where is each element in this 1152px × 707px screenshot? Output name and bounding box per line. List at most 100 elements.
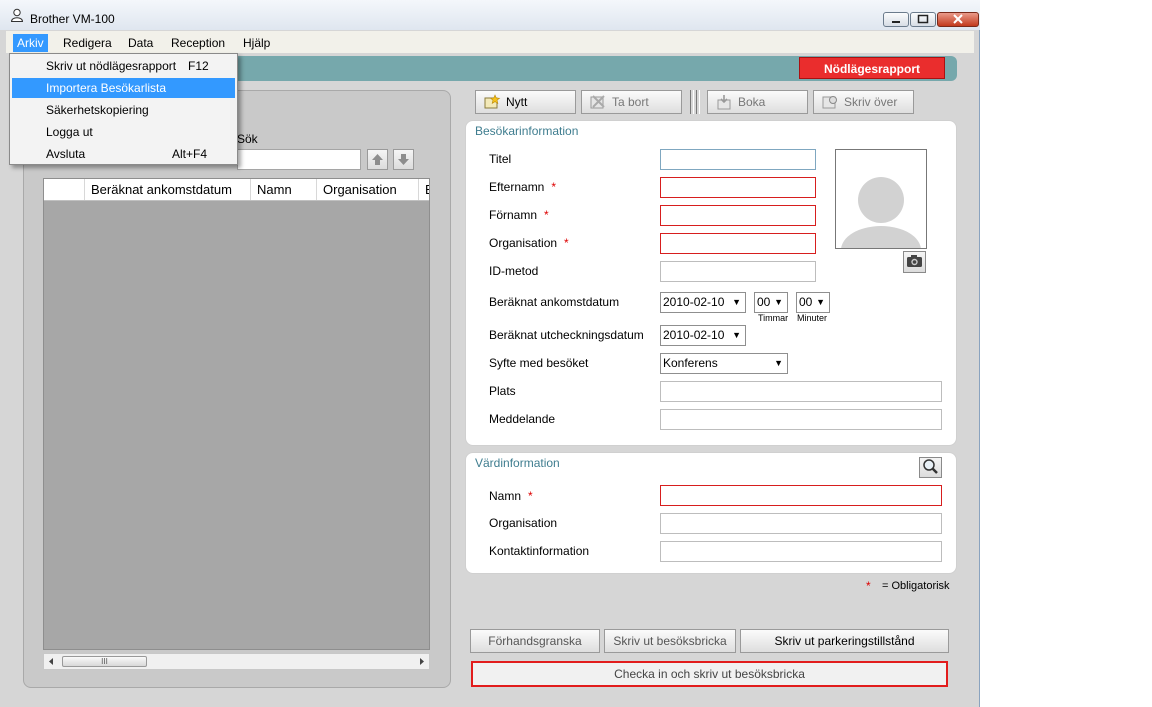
- menu-item-label: Logga ut: [46, 125, 93, 139]
- arrival-hours-select[interactable]: 00 ▼: [754, 292, 788, 313]
- required-mark: *: [528, 489, 533, 503]
- menu-item-logout[interactable]: Logga ut: [12, 122, 235, 142]
- column-header[interactable]: Organisation: [317, 179, 419, 200]
- menu-item-backup[interactable]: Säkerhetskopiering: [12, 100, 235, 120]
- menu-hjalp[interactable]: Hjälp: [239, 34, 274, 52]
- required-mark: *: [564, 236, 569, 250]
- delete-button[interactable]: Ta bort: [581, 90, 682, 114]
- minimize-icon: [892, 21, 900, 23]
- menu-item-label: Importera Besökarlista: [46, 81, 167, 95]
- scroll-thumb[interactable]: III: [62, 656, 147, 667]
- host-name-input[interactable]: [660, 485, 942, 506]
- menu-item-label: Säkerhetskopiering: [46, 103, 149, 117]
- toolbar-separator: [690, 90, 694, 114]
- place-input[interactable]: [660, 381, 942, 402]
- row-header-cell: [44, 179, 85, 200]
- menu-item-print-emergency[interactable]: Skriv ut nödlägesrapport F12: [12, 56, 235, 76]
- menu-reception[interactable]: Reception: [167, 34, 229, 52]
- menu-item-shortcut: Alt+F4: [172, 147, 208, 161]
- menu-redigera[interactable]: Redigera: [59, 34, 116, 52]
- place-label: Plats: [489, 384, 516, 398]
- visitor-table[interactable]: Beräknat ankomstdatum Namn Organisation …: [43, 178, 430, 650]
- visitor-photo: [835, 149, 927, 249]
- titel-label: Titel: [489, 152, 512, 166]
- preview-button[interactable]: Förhandsgranska: [470, 629, 600, 653]
- checkout-date-label: Beräknat utcheckningsdatum: [489, 328, 644, 342]
- organisation-label: Organisation *: [489, 236, 569, 250]
- scroll-right-icon[interactable]: [418, 657, 426, 666]
- window-title: Brother VM-100: [30, 12, 115, 26]
- column-header[interactable]: B: [419, 179, 429, 200]
- column-header[interactable]: Namn: [251, 179, 317, 200]
- print-parking-button[interactable]: Skriv ut parkeringstillstånd: [740, 629, 949, 653]
- host-search-button[interactable]: [919, 457, 942, 478]
- camera-icon: [907, 255, 922, 267]
- toolbar-separator: [696, 90, 700, 114]
- arrival-minutes-select[interactable]: 00 ▼: [796, 292, 830, 313]
- minimize-button[interactable]: [883, 12, 909, 27]
- purpose-label: Syfte med besöket: [489, 356, 589, 370]
- purpose-select[interactable]: Konferens ▼: [660, 353, 788, 374]
- purpose-value: Konferens: [663, 356, 718, 370]
- print-badge-button[interactable]: Skriv ut besöksbricka: [604, 629, 736, 653]
- menu-item-label: Skriv ut nödlägesrapport: [46, 59, 177, 73]
- app-user-icon: [10, 8, 24, 22]
- app-window: Brother VM-100 Arkiv Redigera Data Recep…: [0, 0, 980, 707]
- magnifier-icon: [923, 459, 938, 474]
- maximize-icon: [917, 14, 929, 24]
- host-group-title: Värdinformation: [475, 456, 560, 470]
- id-method-input[interactable]: [660, 261, 816, 282]
- title-bar: Brother VM-100: [0, 0, 980, 30]
- host-organisation-label: Organisation: [489, 516, 558, 530]
- new-button-label: Nytt: [506, 95, 528, 109]
- chevron-down-icon: ▼: [774, 358, 783, 368]
- overwrite-button[interactable]: Skriv över: [813, 90, 914, 114]
- search-label: Sök: [237, 132, 258, 146]
- arrival-date-picker[interactable]: 2010-02-10 ▼: [660, 292, 746, 313]
- lastname-input[interactable]: [660, 177, 816, 198]
- book-button[interactable]: Boka: [707, 90, 808, 114]
- new-button[interactable]: Nytt: [475, 90, 576, 114]
- firstname-label: Förnamn *: [489, 208, 549, 222]
- maximize-button[interactable]: [910, 12, 936, 27]
- arrival-hours-value: 00: [757, 295, 771, 309]
- book-download-icon: [715, 94, 733, 110]
- scroll-left-icon[interactable]: [47, 657, 55, 666]
- host-organisation-input[interactable]: [660, 513, 942, 534]
- search-up-button[interactable]: [367, 149, 388, 170]
- menu-item-exit[interactable]: Avsluta Alt+F4: [12, 144, 235, 164]
- firstname-input[interactable]: [660, 205, 816, 226]
- organisation-input[interactable]: [660, 233, 816, 254]
- arrow-down-icon: [398, 154, 409, 165]
- checkout-date-value: 2010-02-10: [663, 328, 725, 342]
- host-contact-label: Kontaktinformation: [489, 544, 590, 558]
- overwrite-icon: [821, 94, 839, 110]
- column-header[interactable]: Beräknat ankomstdatum: [85, 179, 251, 200]
- arrow-up-icon: [372, 154, 383, 165]
- new-star-icon: [483, 94, 501, 110]
- chevron-down-icon: ▼: [732, 297, 741, 307]
- close-button[interactable]: [937, 12, 979, 27]
- hours-unit-label: Timmar: [758, 313, 789, 323]
- titel-input[interactable]: [660, 149, 816, 170]
- horizontal-scrollbar[interactable]: III: [43, 653, 430, 670]
- checkin-print-button[interactable]: Checka in och skriv ut besöksbricka: [471, 661, 948, 687]
- camera-button[interactable]: [903, 251, 926, 273]
- menu-item-import-visitors[interactable]: Importera Besökarlista: [12, 78, 235, 98]
- arrival-date-label: Beräknat ankomstdatum: [489, 295, 620, 309]
- emergency-report-button[interactable]: Nödlägesrapport: [799, 57, 945, 79]
- chevron-down-icon: ▼: [774, 297, 783, 307]
- arrival-date-value: 2010-02-10: [663, 295, 725, 309]
- host-contact-input[interactable]: [660, 541, 942, 562]
- menu-data[interactable]: Data: [124, 34, 157, 52]
- message-input[interactable]: [660, 409, 942, 430]
- search-input[interactable]: [237, 149, 361, 170]
- close-icon: [953, 14, 963, 24]
- menu-arkiv[interactable]: Arkiv: [13, 34, 48, 52]
- id-method-label: ID-metod: [489, 264, 539, 278]
- overwrite-button-label: Skriv över: [844, 95, 898, 109]
- table-header: Beräknat ankomstdatum Namn Organisation …: [44, 179, 429, 201]
- lastname-label: Efternamn *: [489, 180, 557, 194]
- checkout-date-picker[interactable]: 2010-02-10 ▼: [660, 325, 746, 346]
- search-down-button[interactable]: [393, 149, 414, 170]
